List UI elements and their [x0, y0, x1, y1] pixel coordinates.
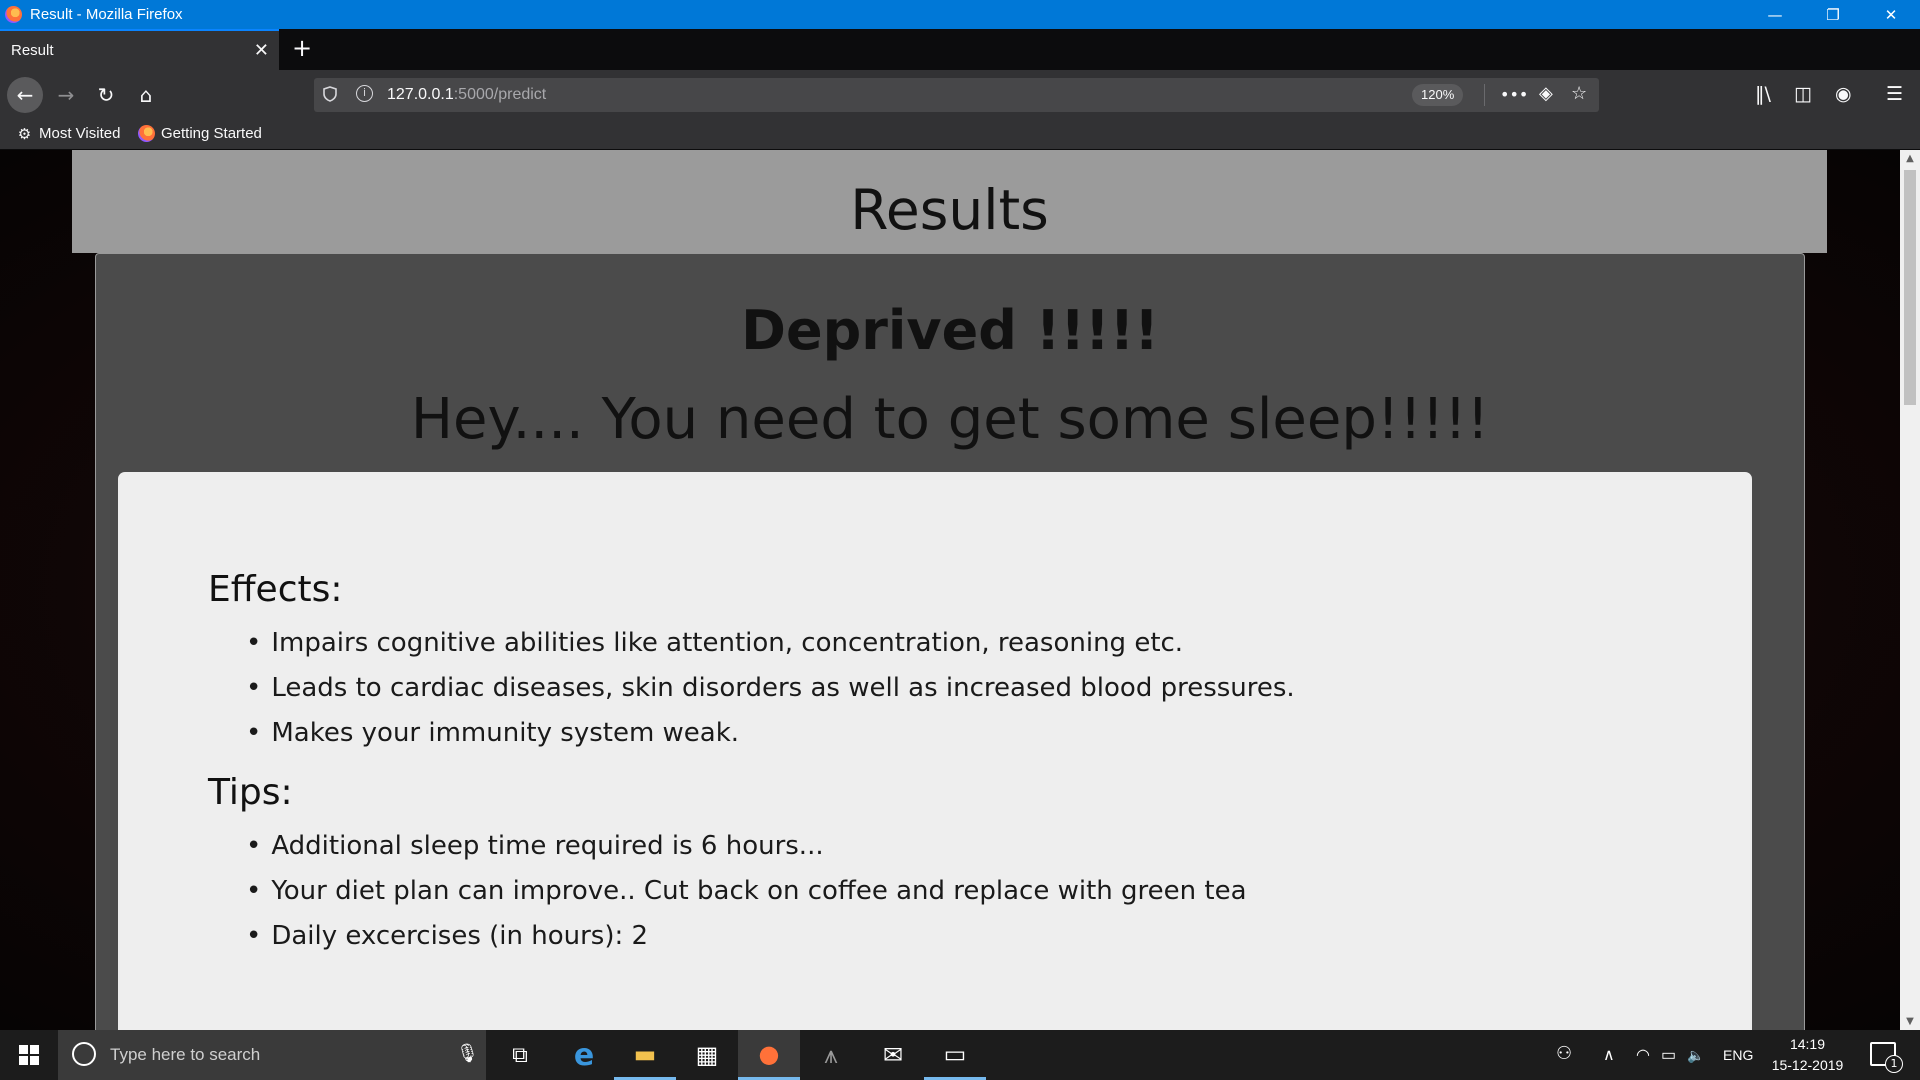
- close-window-button[interactable]: ✕: [1862, 0, 1920, 29]
- results-header: Results: [72, 150, 1827, 253]
- list-item: Additional sleep time required is 6 hour…: [246, 824, 1247, 869]
- minimize-button[interactable]: —: [1746, 0, 1804, 29]
- search-placeholder: Type here to search: [110, 1045, 261, 1064]
- page-scrollbar[interactable]: ▲ ▼: [1900, 150, 1920, 1030]
- language-indicator[interactable]: ENG: [1723, 1047, 1753, 1063]
- site-info-icon[interactable]: i: [356, 85, 373, 102]
- clock-date: 15-12-2019: [1771, 1057, 1844, 1073]
- page-title: Results: [850, 178, 1049, 242]
- store-icon[interactable]: ▦: [676, 1030, 738, 1080]
- bookmarks-toolbar: ⚙ Most Visited Getting Started: [0, 120, 1920, 150]
- sleep-message: Hey.... You need to get some sleep!!!!!: [410, 387, 1490, 452]
- windows-logo-icon: [19, 1045, 39, 1065]
- list-item: Makes your immunity system weak.: [246, 711, 1295, 756]
- new-tab-button[interactable]: +: [287, 33, 317, 63]
- list-item: Leads to cardiac diseases, skin disorder…: [246, 666, 1294, 711]
- window-title: Result - Mozilla Firefox: [30, 6, 183, 23]
- zoom-indicator[interactable]: 120%: [1412, 84, 1464, 106]
- tips-heading: Tips:: [208, 772, 293, 813]
- window-titlebar: Result - Mozilla Firefox — ❐ ✕: [0, 0, 1920, 29]
- windows-taskbar: Type here to search 🎙 ⧉ e ▬ ▦ ● ⩚ ✉ ▭ ⚇ …: [0, 1030, 1920, 1080]
- people-icon[interactable]: ⚇: [1556, 1043, 1572, 1064]
- task-view-icon[interactable]: ⧉: [489, 1030, 551, 1080]
- window-controls: — ❐ ✕: [1746, 0, 1920, 29]
- effects-heading: Effects:: [208, 569, 343, 610]
- effects-list: Impairs cognitive abilities like attenti…: [246, 621, 1295, 756]
- restore-button[interactable]: ❐: [1804, 0, 1862, 29]
- start-button[interactable]: [0, 1030, 58, 1080]
- firefox-icon: [138, 125, 155, 142]
- bookmark-getting-started[interactable]: Getting Started: [138, 125, 262, 142]
- mail-icon[interactable]: ✉: [862, 1030, 924, 1080]
- status-heading: Deprived !!!!!: [741, 299, 1159, 362]
- bookmark-star-icon[interactable]: ☆: [1571, 83, 1587, 104]
- scroll-up-arrow-icon[interactable]: ▲: [1900, 150, 1920, 167]
- microphone-icon[interactable]: 🎙: [456, 1043, 479, 1064]
- volume-icon[interactable]: 🔈: [1687, 1047, 1704, 1064]
- list-item: Daily excercises (in hours): 2: [246, 914, 1247, 959]
- account-icon[interactable]: ◉: [1835, 83, 1852, 105]
- firefox-logo-icon: [5, 6, 22, 23]
- tracking-shield-icon[interactable]: [323, 86, 337, 106]
- bookmark-most-visited[interactable]: ⚙ Most Visited: [16, 125, 121, 143]
- terminal-icon[interactable]: ▭: [924, 1030, 986, 1080]
- menu-icon[interactable]: ☰: [1886, 83, 1903, 105]
- tray-chevron-icon[interactable]: ∧: [1603, 1045, 1615, 1065]
- predator-sense-icon[interactable]: ⩚: [800, 1030, 862, 1080]
- navigation-toolbar: ← → ↻ ⌂ i 127.0.0.1:5000/predict 120% ••…: [0, 70, 1920, 120]
- cortana-icon: [72, 1042, 96, 1066]
- back-button[interactable]: ←: [7, 77, 43, 113]
- firefox-taskbar-icon[interactable]: ●: [738, 1030, 800, 1080]
- page-actions-icon[interactable]: •••: [1500, 85, 1528, 104]
- url-host: 127.0.0.1: [387, 86, 454, 103]
- bookmark-label: Getting Started: [161, 125, 262, 142]
- tips-list: Additional sleep time required is 6 hour…: [246, 824, 1247, 959]
- urlbar-separator: [1484, 84, 1485, 106]
- url-bar[interactable]: i 127.0.0.1:5000/predict 120% ••• ◈ ☆: [314, 78, 1599, 112]
- tab-strip: Result ✕ +: [0, 29, 1920, 70]
- wifi-icon[interactable]: ◠: [1636, 1045, 1650, 1065]
- scroll-down-arrow-icon[interactable]: ▼: [1900, 1013, 1920, 1030]
- list-item: Your diet plan can improve.. Cut back on…: [246, 869, 1246, 914]
- advice-card: Effects: Impairs cognitive abilities lik…: [118, 472, 1752, 1030]
- url-path: :5000/predict: [453, 86, 547, 103]
- taskbar-clock[interactable]: 14:19 15-12-2019: [1765, 1034, 1850, 1076]
- library-icon[interactable]: ‖\: [1755, 83, 1771, 105]
- tab-result[interactable]: Result ✕: [0, 29, 279, 70]
- notification-count-badge: 1: [1885, 1055, 1903, 1073]
- gear-icon: ⚙: [17, 125, 32, 143]
- taskbar-search-box[interactable]: Type here to search 🎙: [58, 1030, 486, 1080]
- bookmark-label: Most Visited: [39, 125, 121, 142]
- forward-button[interactable]: →: [48, 77, 84, 113]
- url-text[interactable]: 127.0.0.1:5000/predict: [387, 86, 546, 104]
- sidebar-icon[interactable]: ◫: [1794, 83, 1812, 105]
- result-panel: Deprived !!!!! Hey.... You need to get s…: [95, 253, 1805, 1030]
- scrollbar-thumb[interactable]: [1904, 170, 1916, 405]
- list-item: Impairs cognitive abilities like attenti…: [246, 621, 1295, 666]
- reload-button[interactable]: ↻: [88, 77, 124, 113]
- battery-icon[interactable]: ▭: [1661, 1045, 1676, 1065]
- tab-title: Result: [11, 42, 54, 59]
- file-explorer-icon[interactable]: ▬: [614, 1030, 676, 1080]
- edge-icon[interactable]: e: [553, 1030, 615, 1080]
- home-button[interactable]: ⌂: [128, 77, 164, 113]
- clock-time: 14:19: [1789, 1036, 1826, 1052]
- pocket-icon[interactable]: ◈: [1539, 83, 1553, 104]
- page-content: Results Deprived !!!!! Hey.... You need …: [0, 150, 1900, 1030]
- tab-close-icon[interactable]: ✕: [254, 40, 269, 61]
